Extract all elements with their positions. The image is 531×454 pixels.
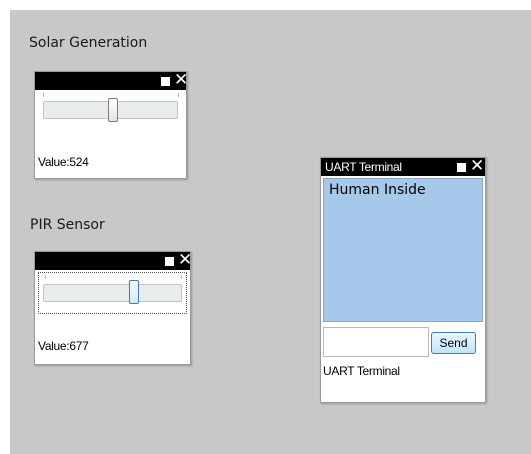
slider-tick bbox=[45, 275, 46, 279]
uart-titlebar[interactable]: UART Terminal ✕ bbox=[321, 157, 485, 176]
pir-sensor-label: PIR Sensor bbox=[30, 217, 105, 233]
square-icon[interactable] bbox=[161, 77, 170, 86]
slider-thumb[interactable] bbox=[129, 280, 140, 304]
pir-slider-widget: ✕ Value:677 bbox=[34, 251, 192, 365]
uart-window-title: UART Terminal bbox=[325, 160, 402, 174]
send-button[interactable]: Send bbox=[431, 332, 476, 354]
solar-generation-label: Solar Generation bbox=[29, 35, 148, 51]
slider-tick bbox=[181, 275, 182, 279]
slider-tick bbox=[178, 93, 179, 97]
terminal-footer-label: UART Terminal bbox=[323, 364, 400, 378]
pir-slider[interactable] bbox=[35, 270, 190, 316]
uart-terminal-widget: UART Terminal ✕ Human Inside Send UART T… bbox=[320, 157, 486, 403]
square-icon[interactable] bbox=[457, 163, 466, 172]
close-icon[interactable]: ✕ bbox=[470, 157, 484, 175]
close-icon[interactable]: ✕ bbox=[178, 251, 192, 269]
solar-slider-widget: ✕ Value:524 bbox=[34, 71, 188, 179]
solar-value: Value:524 bbox=[38, 155, 89, 169]
square-icon[interactable] bbox=[165, 257, 174, 266]
close-icon[interactable]: ✕ bbox=[174, 71, 188, 89]
solar-titlebar[interactable]: ✕ bbox=[35, 71, 188, 90]
slider-tick bbox=[43, 93, 44, 97]
terminal-output: Human Inside bbox=[323, 178, 483, 322]
slider-track[interactable] bbox=[43, 284, 182, 302]
pir-titlebar[interactable]: ✕ bbox=[35, 251, 192, 270]
dashboard-canvas: Solar Generation ✕ Value:524 PIR Sensor … bbox=[10, 10, 531, 454]
terminal-input[interactable] bbox=[323, 327, 429, 357]
solar-slider[interactable] bbox=[35, 90, 186, 136]
slider-thumb[interactable] bbox=[107, 98, 118, 122]
pir-value: Value:677 bbox=[38, 339, 89, 353]
